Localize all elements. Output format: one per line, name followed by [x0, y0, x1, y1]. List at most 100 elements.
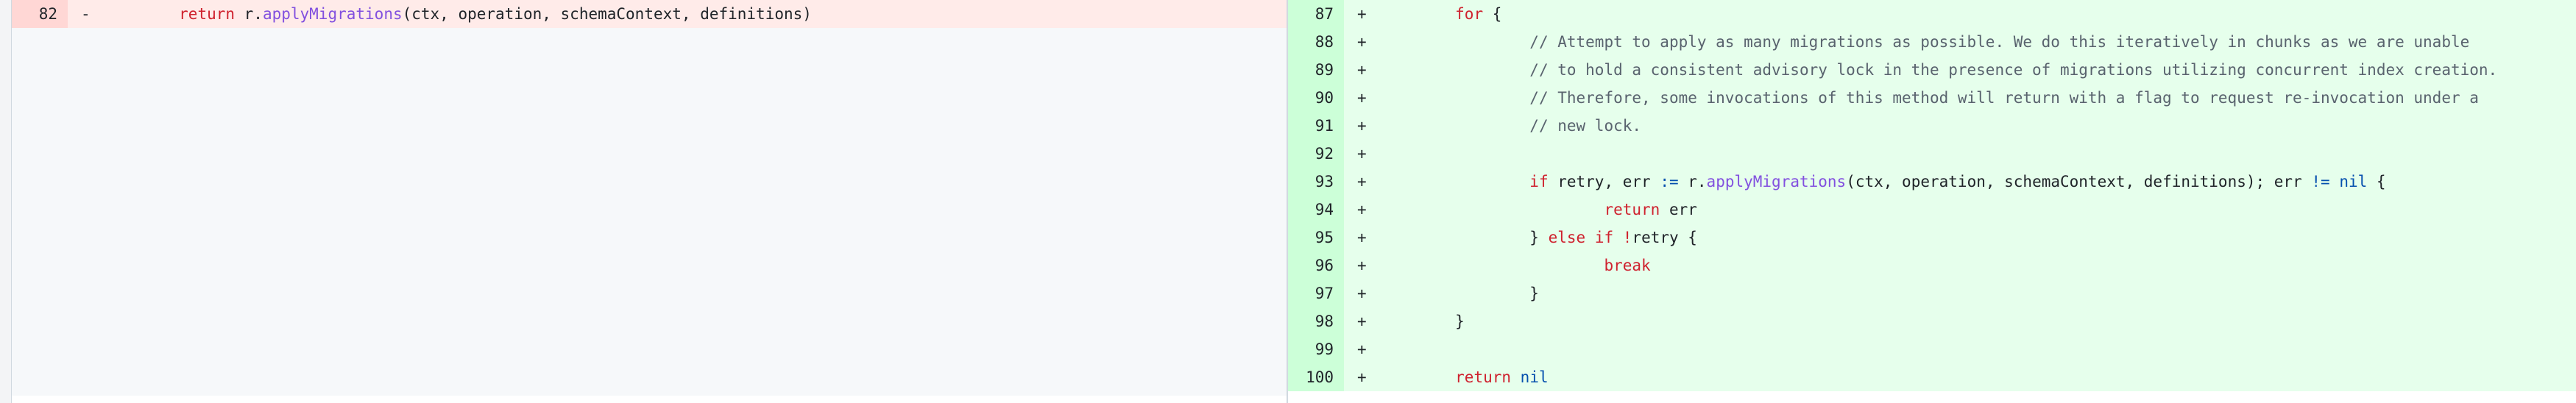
code-token: {	[2367, 173, 2386, 190]
code-text: }	[1381, 279, 2576, 307]
code-text: // Therefore, some invocations of this m…	[1381, 84, 2576, 112]
added-code-line: 98 + }	[1288, 307, 2576, 335]
keyword-token: if	[1594, 229, 1614, 246]
deleted-code-line: 82- return r.applyMigrations(ctx, operat…	[12, 0, 1287, 28]
added-code-line: 92 +	[1288, 140, 2576, 168]
added-code-line: 96 + break	[1288, 252, 2576, 279]
comment-token: // new lock.	[1529, 117, 1642, 135]
keyword-token: break	[1604, 257, 1651, 274]
addition-marker: +	[1357, 229, 1367, 246]
keyword-token: !	[1622, 229, 1632, 246]
code-text: // Attempt to apply as many migrations a…	[1381, 28, 2576, 56]
keyword-token: else	[1548, 229, 1586, 246]
code-token: (ctx, operation, schemaContext, definiti…	[1846, 173, 2312, 190]
diff-gutter-edge	[0, 0, 12, 403]
code-token: err	[1660, 201, 1697, 218]
line-number[interactable]: 93	[1288, 168, 1344, 196]
addition-marker: +	[1357, 340, 1367, 358]
split-diff-view: 82- return r.applyMigrations(ctx, operat…	[0, 0, 2576, 403]
operator-token: :=	[1660, 173, 1679, 190]
code-text: } else if !retry {	[1381, 224, 2576, 252]
addition-marker: +	[1357, 117, 1367, 135]
addition-marker: +	[1357, 5, 1367, 23]
code-token: r.	[1678, 173, 1707, 190]
code-text: // to hold a consistent advisory lock in…	[1381, 56, 2576, 84]
line-number[interactable]: 98	[1288, 307, 1344, 335]
code-token: {	[1483, 5, 1502, 23]
code-text: return nil	[1381, 363, 2576, 391]
deleted-lines: 82- return r.applyMigrations(ctx, operat…	[12, 0, 1287, 28]
line-number[interactable]: 87	[1288, 0, 1344, 28]
line-number[interactable]: 88	[1288, 28, 1344, 56]
deletion-marker: -	[81, 5, 91, 23]
line-number[interactable]: 96	[1288, 252, 1344, 279]
code-text: }	[1381, 307, 2576, 335]
operator-token: nil	[2339, 173, 2368, 190]
keyword-token: return	[1455, 368, 1512, 386]
added-lines: 87 + for {88 + // Attempt to apply as many…	[1288, 0, 2576, 391]
comment-token: // to hold a consistent advisory lock in…	[1529, 61, 2498, 79]
added-code-line: 97 + }	[1288, 279, 2576, 307]
code-text: return r.applyMigrations(ctx, operation,…	[105, 0, 1287, 28]
function-token: applyMigrations	[1706, 173, 1847, 190]
keyword-token: return	[1604, 201, 1660, 218]
added-code-line: 93 + if retry, err := r.applyMigrations(c…	[1288, 168, 2576, 196]
line-number[interactable]: 99	[1288, 335, 1344, 363]
line-number[interactable]: 91	[1288, 112, 1344, 140]
line-number[interactable]: 90	[1288, 84, 1344, 112]
line-number[interactable]: 92	[1288, 140, 1344, 168]
addition-marker: +	[1357, 173, 1367, 190]
added-code-line: 88 + // Attempt to apply as many migratio…	[1288, 28, 2576, 56]
code-token: retry {	[1632, 229, 1697, 246]
comment-token: // Therefore, some invocations of this m…	[1529, 89, 2479, 107]
code-text: if retry, err := r.applyMigrations(ctx, …	[1381, 168, 2576, 196]
addition-marker: +	[1357, 33, 1367, 51]
addition-marker: +	[1357, 368, 1367, 386]
pane-bottom-edge	[1288, 396, 2576, 403]
added-code-line: 100 + return nil	[1288, 363, 2576, 391]
keyword-token: for	[1455, 5, 1484, 23]
addition-marker: +	[1357, 285, 1367, 302]
code-text: for {	[1381, 0, 2576, 28]
line-number[interactable]: 94	[1288, 196, 1344, 224]
keyword-token: return	[179, 5, 236, 23]
addition-marker: +	[1357, 145, 1367, 163]
added-code-line: 95 + } else if !retry {	[1288, 224, 2576, 252]
code-text: break	[1381, 252, 2576, 279]
added-code-line: 94 + return err	[1288, 196, 2576, 224]
code-token: r.	[235, 5, 263, 23]
code-text: // new lock.	[1381, 112, 2576, 140]
line-number[interactable]: 89	[1288, 56, 1344, 84]
line-number[interactable]: 95	[1288, 224, 1344, 252]
operator-token: !=	[2311, 173, 2330, 190]
diff-pane-left: 82- return r.applyMigrations(ctx, operat…	[12, 0, 1288, 403]
code-token: (ctx, operation, schemaContext, definiti…	[402, 5, 812, 23]
line-number[interactable]: 82	[12, 0, 68, 28]
comment-token: // Attempt to apply as many migrations a…	[1529, 33, 2470, 51]
added-code-line: 90 + // Therefore, some invocations of th…	[1288, 84, 2576, 112]
addition-marker: +	[1357, 257, 1367, 274]
added-code-line: 99 +	[1288, 335, 2576, 363]
addition-marker: +	[1357, 89, 1367, 107]
line-number[interactable]: 100	[1288, 363, 1344, 391]
line-number[interactable]: 97	[1288, 279, 1344, 307]
keyword-token: if	[1529, 173, 1549, 190]
pane-bottom-edge	[12, 396, 1287, 403]
code-token: }	[1381, 313, 1465, 330]
diff-pane-right: 87 + for {88 + // Attempt to apply as many…	[1288, 0, 2576, 403]
added-code-line: 91 + // new lock.	[1288, 112, 2576, 140]
